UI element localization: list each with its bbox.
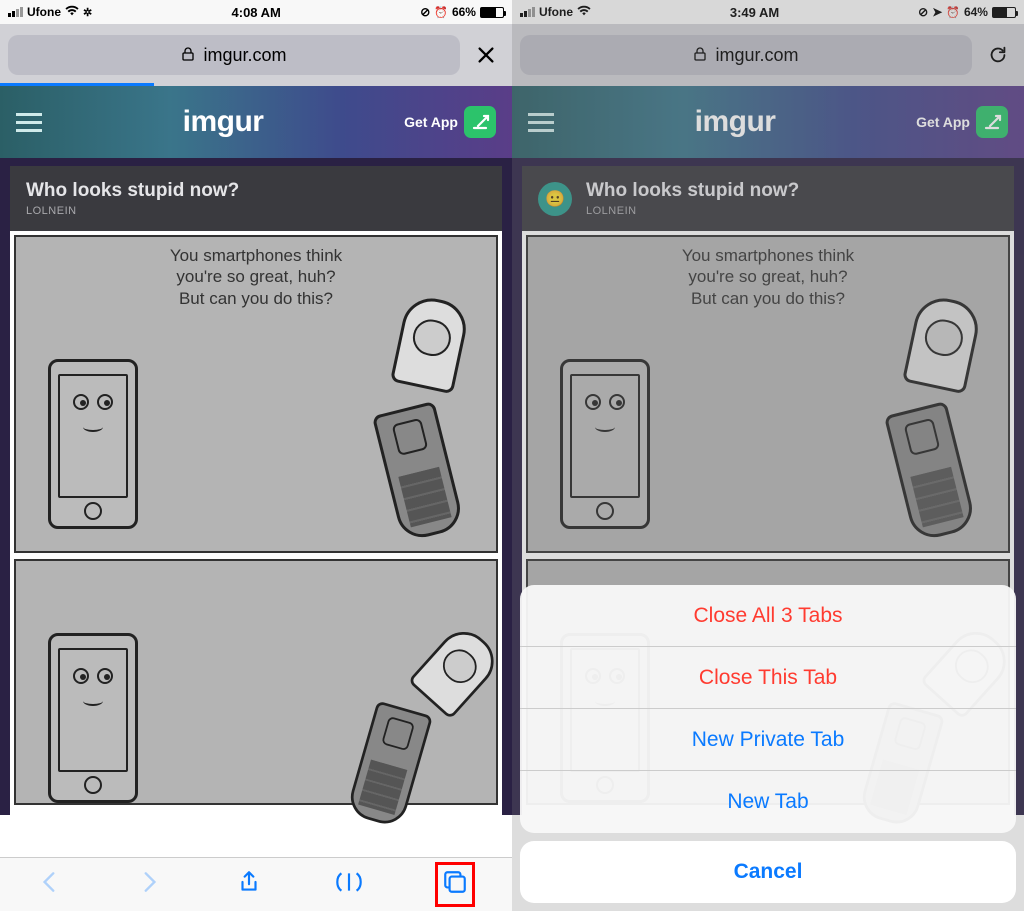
battery-pct-label: 64% <box>964 5 988 19</box>
avatar: 😐 <box>538 182 572 216</box>
flipphone-drawing <box>364 291 454 531</box>
close-this-tab-button[interactable]: Close This Tab <box>520 647 1016 709</box>
bookmarks-button[interactable] <box>336 869 362 900</box>
loading-icon: ✲ <box>83 6 92 19</box>
url-text: imgur.com <box>715 45 798 66</box>
stop-loading-button[interactable] <box>468 44 504 66</box>
url-text: imgur.com <box>203 45 286 66</box>
battery-icon <box>992 7 1016 18</box>
flipphone-drawing <box>876 291 966 531</box>
url-field[interactable]: imgur.com <box>8 35 460 75</box>
signal-icon <box>8 7 23 17</box>
get-app-label[interactable]: Get App <box>404 114 458 130</box>
smartphone-drawing <box>48 359 138 529</box>
post-header[interactable]: 😐 Who looks stupid now? LOLNEIN <box>522 166 1014 231</box>
lock-icon <box>693 45 707 66</box>
wifi-icon <box>65 5 79 20</box>
menu-icon[interactable] <box>16 113 42 132</box>
url-field[interactable]: imgur.com <box>520 35 972 75</box>
wifi-icon <box>577 5 591 20</box>
post-author: LOLNEIN <box>26 205 239 217</box>
comic-text: You smartphones think you're so great, h… <box>588 245 948 309</box>
post-image[interactable]: You smartphones think you're so great, h… <box>10 231 502 815</box>
tabs-button[interactable] <box>435 862 475 907</box>
post-author: LOLNEIN <box>586 205 799 217</box>
post-container: Who looks stupid now? LOLNEIN You smartp… <box>0 158 512 815</box>
orientation-lock-icon: ⊘ <box>420 5 430 19</box>
site-header: imgur Get App <box>512 86 1024 158</box>
alarm-icon: ⏰ <box>946 6 960 19</box>
location-icon: ➤ <box>932 5 942 19</box>
site-logo[interactable]: imgur <box>695 105 776 139</box>
share-button[interactable] <box>236 869 262 900</box>
smartphone-drawing <box>560 359 650 529</box>
carrier-label: Ufone <box>27 5 61 19</box>
site-logo[interactable]: imgur <box>183 105 264 139</box>
battery-pct-label: 66% <box>452 5 476 19</box>
get-app-label[interactable]: Get App <box>916 114 970 130</box>
clock-label: 4:08 AM <box>232 5 281 20</box>
app-icon[interactable] <box>464 106 496 138</box>
status-bar: Ufone ✲ 4:08 AM ⊘ ⏰ 66% <box>0 0 512 24</box>
new-private-tab-button[interactable]: New Private Tab <box>520 709 1016 771</box>
app-icon[interactable] <box>976 106 1008 138</box>
refresh-button[interactable] <box>980 44 1016 66</box>
smartphone-drawing <box>48 633 138 803</box>
battery-icon <box>480 7 504 18</box>
menu-icon[interactable] <box>528 113 554 132</box>
new-tab-button[interactable]: New Tab <box>520 771 1016 833</box>
post-header[interactable]: Who looks stupid now? LOLNEIN <box>10 166 502 231</box>
signal-icon <box>520 7 535 17</box>
action-sheet: Close All 3 Tabs Close This Tab New Priv… <box>520 585 1016 903</box>
clock-label: 3:49 AM <box>730 5 779 20</box>
forward-button[interactable] <box>136 869 162 900</box>
lock-icon <box>181 45 195 66</box>
page-load-progress <box>0 83 154 86</box>
orientation-lock-icon: ⊘ <box>918 5 928 19</box>
post-title: Who looks stupid now? <box>26 180 239 202</box>
status-bar: Ufone 3:49 AM ⊘ ➤ ⏰ 64% <box>512 0 1024 24</box>
carrier-label: Ufone <box>539 5 573 19</box>
flipphone-drawing <box>320 599 498 827</box>
url-bar: imgur.com <box>512 24 1024 86</box>
url-bar: imgur.com <box>0 24 512 86</box>
close-all-tabs-button[interactable]: Close All 3 Tabs <box>520 585 1016 647</box>
cancel-button[interactable]: Cancel <box>520 841 1016 903</box>
safari-toolbar <box>0 857 512 911</box>
back-button[interactable] <box>37 869 63 900</box>
alarm-icon: ⏰ <box>434 6 448 19</box>
site-header: imgur Get App <box>0 86 512 158</box>
post-title: Who looks stupid now? <box>586 180 799 202</box>
